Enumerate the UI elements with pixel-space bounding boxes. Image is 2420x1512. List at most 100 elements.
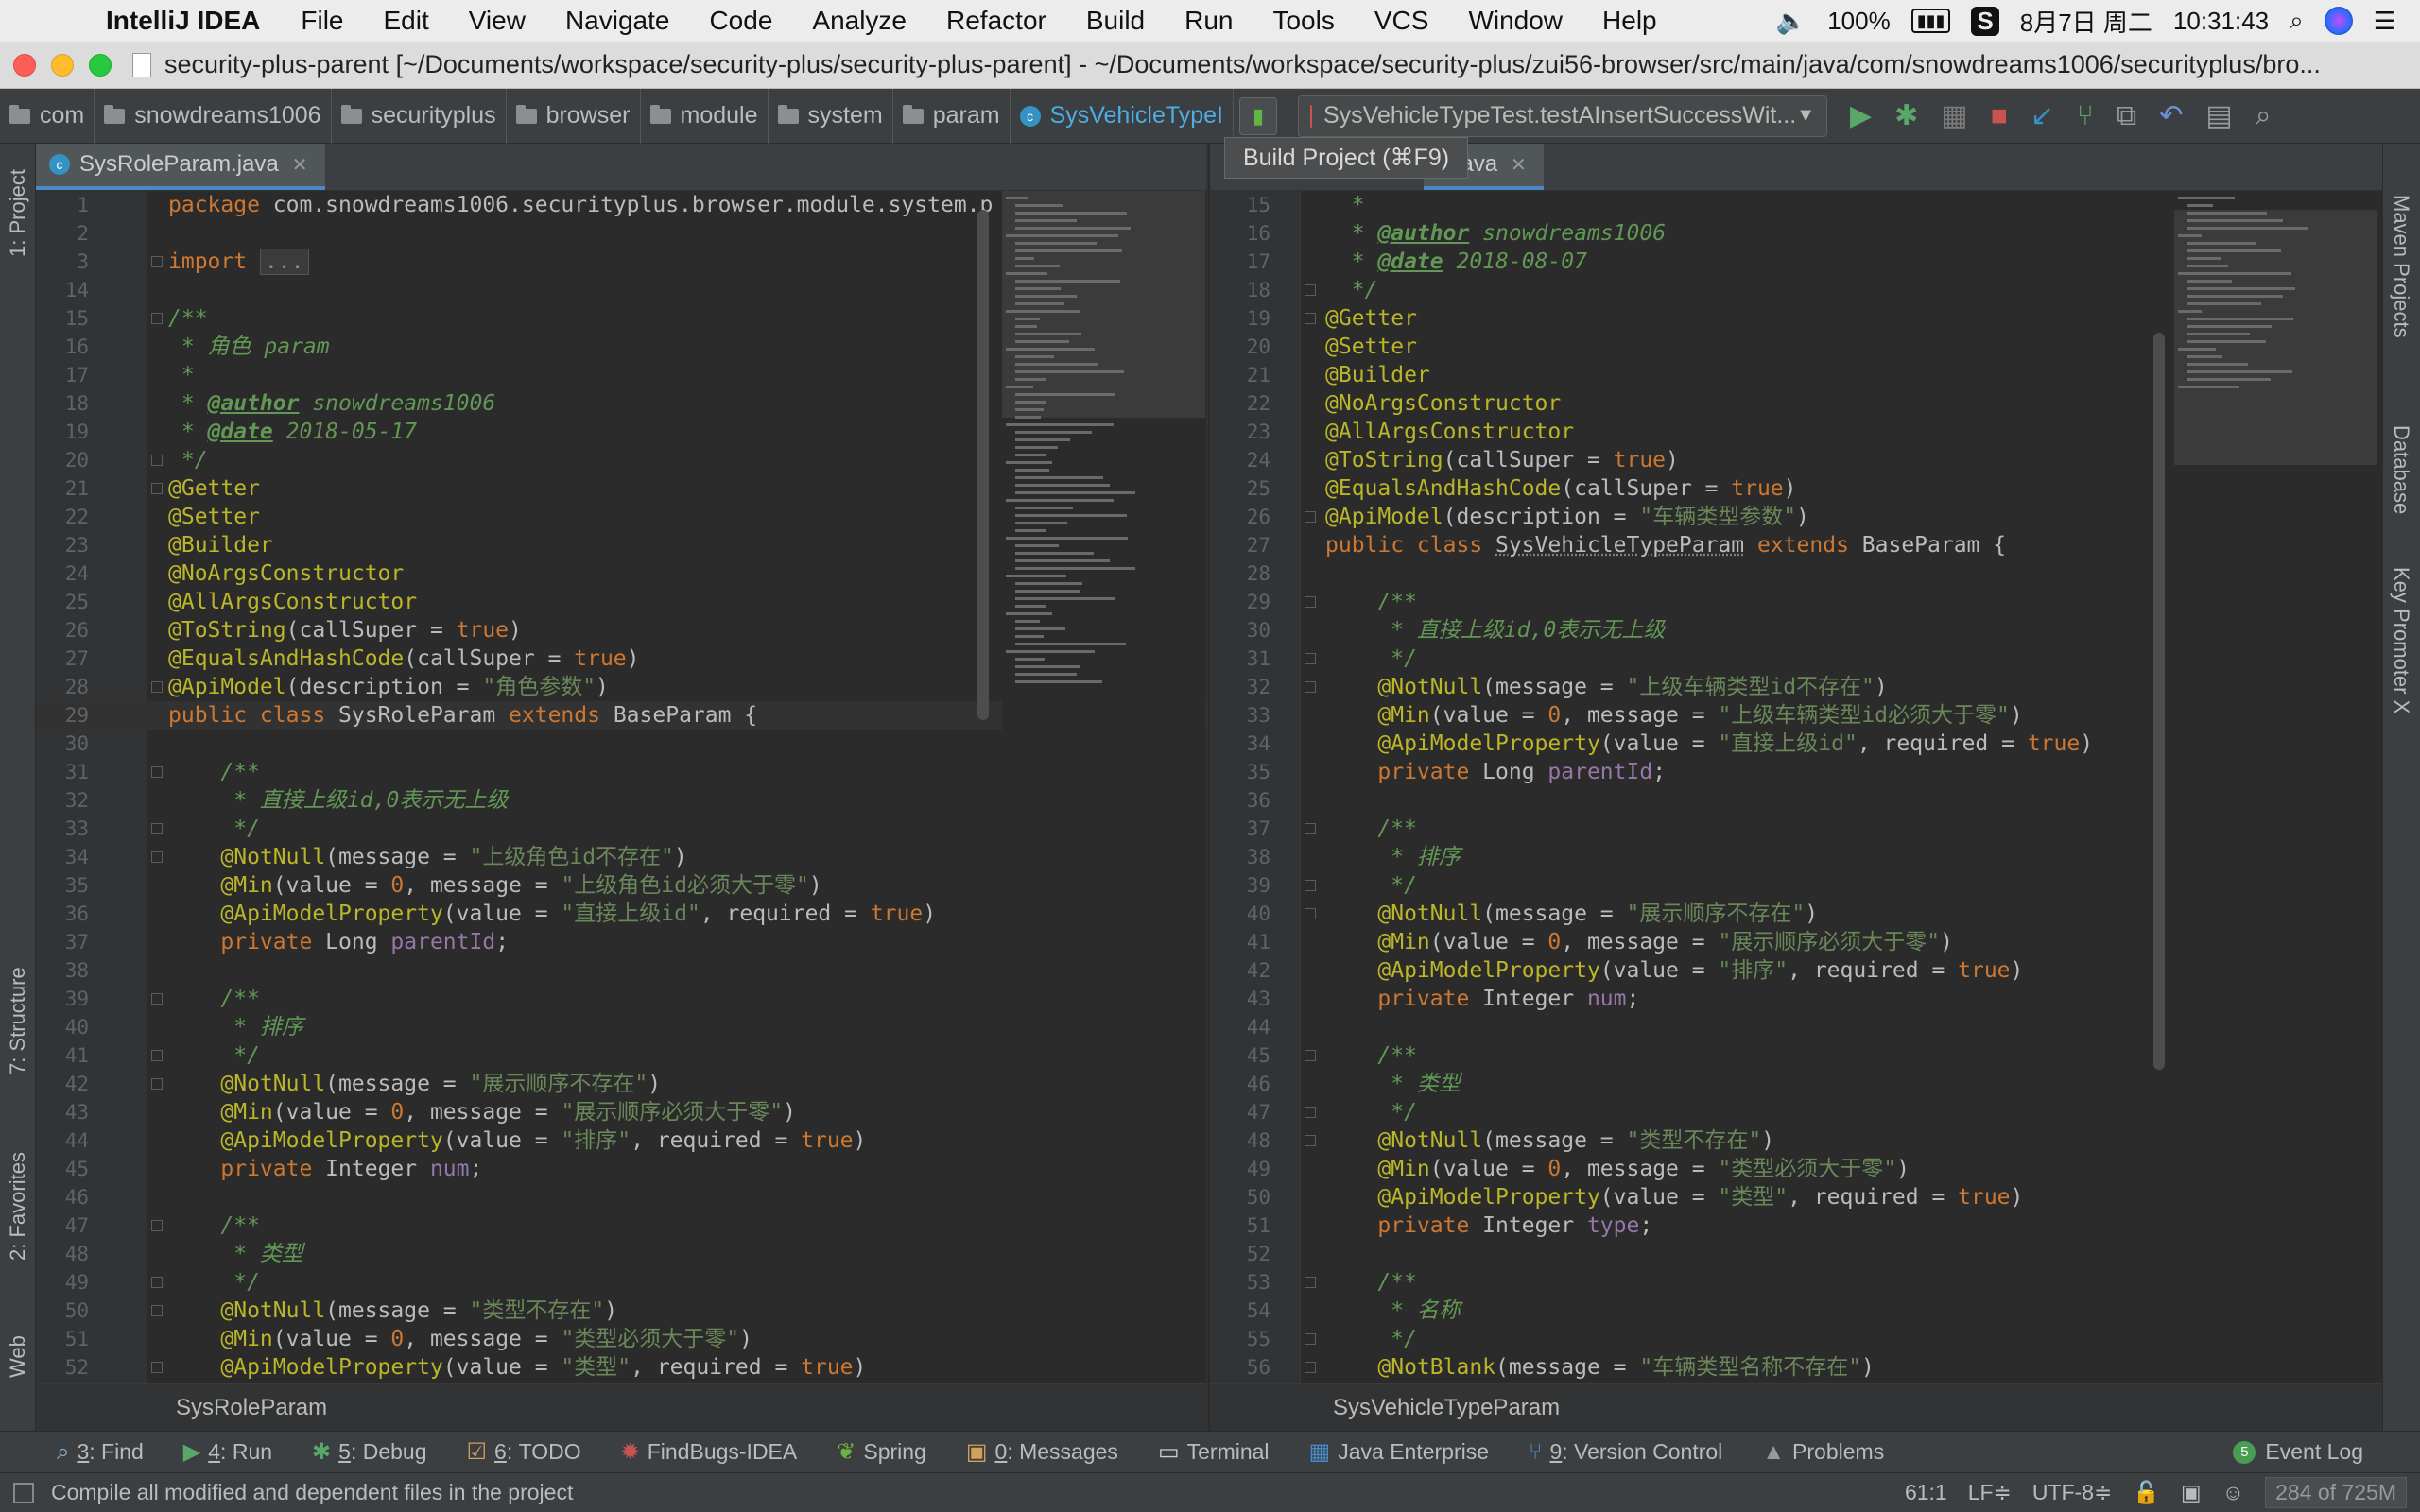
line-number[interactable]: 19 xyxy=(36,418,89,446)
inspection-icon[interactable]: ▣ xyxy=(2181,1480,2202,1505)
web-tool-tab[interactable]: Web xyxy=(6,1335,30,1378)
right-code-minimap[interactable] xyxy=(2174,191,2377,1383)
nav-crumb-param[interactable]: param xyxy=(893,88,1011,144)
line-number[interactable]: 1 xyxy=(36,191,89,219)
line-number[interactable]: 22 xyxy=(1218,389,1270,418)
menu-view[interactable]: View xyxy=(469,6,526,36)
file-encoding[interactable]: UTF-8≑ xyxy=(2032,1480,2112,1505)
line-number[interactable]: 34 xyxy=(1218,730,1270,758)
s-app-icon[interactable]: S xyxy=(1971,6,1999,36)
line-number[interactable]: 24 xyxy=(36,559,89,588)
fold-marker-icon[interactable] xyxy=(151,1277,163,1288)
fold-marker-icon[interactable] xyxy=(151,851,163,863)
line-number[interactable]: 27 xyxy=(36,644,89,673)
fold-marker-icon[interactable] xyxy=(1305,1050,1316,1061)
line-number[interactable]: 15 xyxy=(1218,191,1270,219)
line-number[interactable]: 37 xyxy=(36,928,89,956)
line-number[interactable]: 18 xyxy=(36,389,89,418)
line-number[interactable]: 45 xyxy=(1218,1041,1270,1070)
line-number[interactable]: 50 xyxy=(36,1297,89,1325)
nav-crumb-securityplus[interactable]: securityplus xyxy=(332,88,507,144)
line-number[interactable]: 32 xyxy=(36,786,89,815)
vcs-compare-icon[interactable]: ⧉ xyxy=(2117,100,2136,132)
find-tool-button[interactable]: ⌕ 3: Find xyxy=(57,1439,144,1466)
left-code-minimap[interactable] xyxy=(1002,191,1205,1383)
project-structure-icon[interactable]: ▤ xyxy=(2205,99,2232,132)
spotlight-search-icon[interactable]: ⌕ xyxy=(2290,6,2304,36)
menu-analyze[interactable]: Analyze xyxy=(812,6,907,36)
line-number[interactable]: 18 xyxy=(1218,276,1270,304)
fold-marker-icon[interactable] xyxy=(1305,681,1316,693)
line-number[interactable]: 48 xyxy=(1218,1126,1270,1155)
fold-marker-icon[interactable] xyxy=(1305,823,1316,834)
stop-icon[interactable]: ■ xyxy=(1991,100,2008,132)
line-number[interactable]: 15 xyxy=(36,304,89,333)
line-number[interactable]: 41 xyxy=(36,1041,89,1070)
line-number[interactable]: 41 xyxy=(1218,928,1270,956)
run-icon[interactable]: ▶ xyxy=(1850,99,1872,132)
line-number[interactable]: 23 xyxy=(1218,418,1270,446)
menu-run[interactable]: Run xyxy=(1184,6,1233,36)
fold-marker-icon[interactable] xyxy=(151,1362,163,1373)
fold-marker-icon[interactable] xyxy=(151,1220,163,1231)
line-separator[interactable]: LF≑ xyxy=(1968,1480,2012,1505)
version-control-tool-button[interactable]: ⑂ 9: Version Control xyxy=(1529,1439,1722,1466)
fold-marker-icon[interactable] xyxy=(151,483,163,494)
coverage-icon[interactable]: ▦ xyxy=(1941,99,1967,132)
fold-marker-icon[interactable] xyxy=(1305,313,1316,324)
line-number[interactable]: 55 xyxy=(1218,1325,1270,1353)
line-number[interactable]: 48 xyxy=(36,1240,89,1268)
line-number[interactable]: 52 xyxy=(1218,1240,1270,1268)
line-number[interactable]: 3 xyxy=(36,248,89,276)
breadcrumb-class[interactable]: SysRoleParam xyxy=(176,1395,327,1421)
line-number[interactable]: 35 xyxy=(1218,758,1270,786)
notification-center-icon[interactable]: ☰ xyxy=(2374,7,2395,36)
line-number[interactable]: 51 xyxy=(1218,1211,1270,1240)
fold-marker-icon[interactable] xyxy=(1305,653,1316,664)
caret-position[interactable]: 61:1 xyxy=(1905,1480,1947,1505)
line-number[interactable]: 29 xyxy=(36,701,89,730)
fold-marker-icon[interactable] xyxy=(1305,1107,1316,1118)
line-number[interactable]: 54 xyxy=(1218,1297,1270,1325)
line-number[interactable]: 26 xyxy=(36,616,89,644)
line-number[interactable]: 49 xyxy=(1218,1155,1270,1183)
run-tool-button[interactable]: ▶ 4: Run xyxy=(183,1438,272,1466)
line-number[interactable]: 44 xyxy=(1218,1013,1270,1041)
line-number[interactable]: 36 xyxy=(36,900,89,928)
line-number[interactable]: 33 xyxy=(36,815,89,843)
line-number[interactable]: 19 xyxy=(1218,304,1270,333)
left-vertical-scrollbar[interactable] xyxy=(977,210,989,720)
editor-tab-sysroleparam[interactable]: c SysRoleParam.java ✕ xyxy=(36,144,325,190)
right-vertical-scrollbar[interactable] xyxy=(2153,333,2165,1070)
line-number[interactable]: 46 xyxy=(36,1183,89,1211)
line-number[interactable]: 35 xyxy=(36,871,89,900)
fold-marker-icon[interactable] xyxy=(1305,284,1316,296)
structure-tool-tab[interactable]: 7: Structure xyxy=(6,967,30,1074)
line-number[interactable]: 21 xyxy=(36,474,89,503)
line-number[interactable]: 43 xyxy=(36,1098,89,1126)
spring-tool-button[interactable]: ❦ Spring xyxy=(837,1438,926,1466)
menu-vcs[interactable]: VCS xyxy=(1374,6,1429,36)
line-number[interactable]: 47 xyxy=(1218,1098,1270,1126)
nav-crumb-system[interactable]: system xyxy=(769,88,893,144)
line-number[interactable]: 17 xyxy=(1218,248,1270,276)
database-tool-tab[interactable]: Database xyxy=(2389,425,2413,514)
fold-marker-icon[interactable] xyxy=(151,681,163,693)
vcs-commit-icon[interactable]: ⑂ xyxy=(2077,100,2094,132)
nav-crumb-browser[interactable]: browser xyxy=(507,88,641,144)
minimize-window-button[interactable] xyxy=(51,53,74,77)
nav-crumb-module[interactable]: module xyxy=(641,88,769,144)
fold-marker-icon[interactable] xyxy=(1305,596,1316,608)
java-enterprise-tool-button[interactable]: ▦ Java Enterprise xyxy=(1309,1438,1490,1466)
line-number[interactable]: 44 xyxy=(36,1126,89,1155)
left-code-area[interactable]: 1 package com.snowdreams1006.securityplus… xyxy=(36,191,1206,1383)
line-number[interactable]: 39 xyxy=(1218,871,1270,900)
fold-marker-icon[interactable] xyxy=(1305,1277,1316,1288)
favorites-tool-tab[interactable]: 2: Favorites xyxy=(6,1152,30,1261)
menu-window[interactable]: Window xyxy=(1468,6,1563,36)
line-number[interactable]: 28 xyxy=(36,673,89,701)
close-tab-icon[interactable]: ✕ xyxy=(292,153,308,177)
line-number[interactable]: 31 xyxy=(1218,644,1270,673)
menu-refactor[interactable]: Refactor xyxy=(946,6,1046,36)
line-number[interactable]: 49 xyxy=(36,1268,89,1297)
